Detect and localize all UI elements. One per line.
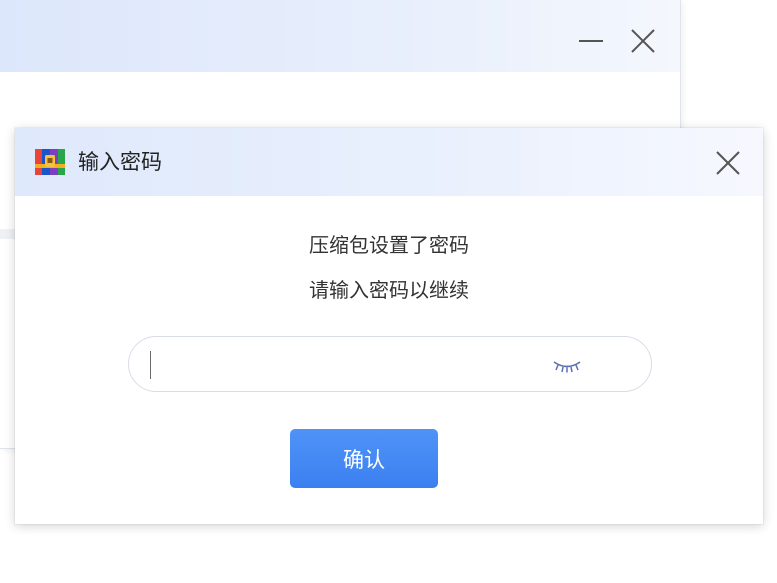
password-field-container[interactable] <box>128 336 652 392</box>
password-prompt-line2: 请输入密码以继续 <box>309 278 469 302</box>
minimize-button[interactable] <box>576 26 606 56</box>
dialog-titlebar: 输入密码 <box>15 128 763 196</box>
minimize-icon <box>579 40 603 42</box>
password-dialog: 输入密码 压缩包设置了密码 请输入密码以继续 确认 <box>15 128 763 524</box>
text-caret <box>150 351 151 379</box>
archive-app-icon <box>35 149 65 175</box>
eye-closed-icon[interactable] <box>551 357 583 375</box>
background-close-button[interactable] <box>628 26 658 56</box>
dialog-close-button[interactable] <box>713 148 743 178</box>
close-icon <box>631 29 655 53</box>
close-icon <box>716 151 740 175</box>
password-input[interactable] <box>151 347 535 383</box>
dialog-title: 输入密码 <box>78 150 162 174</box>
password-prompt-line1: 压缩包设置了密码 <box>309 233 469 257</box>
confirm-button[interactable]: 确认 <box>290 429 438 488</box>
